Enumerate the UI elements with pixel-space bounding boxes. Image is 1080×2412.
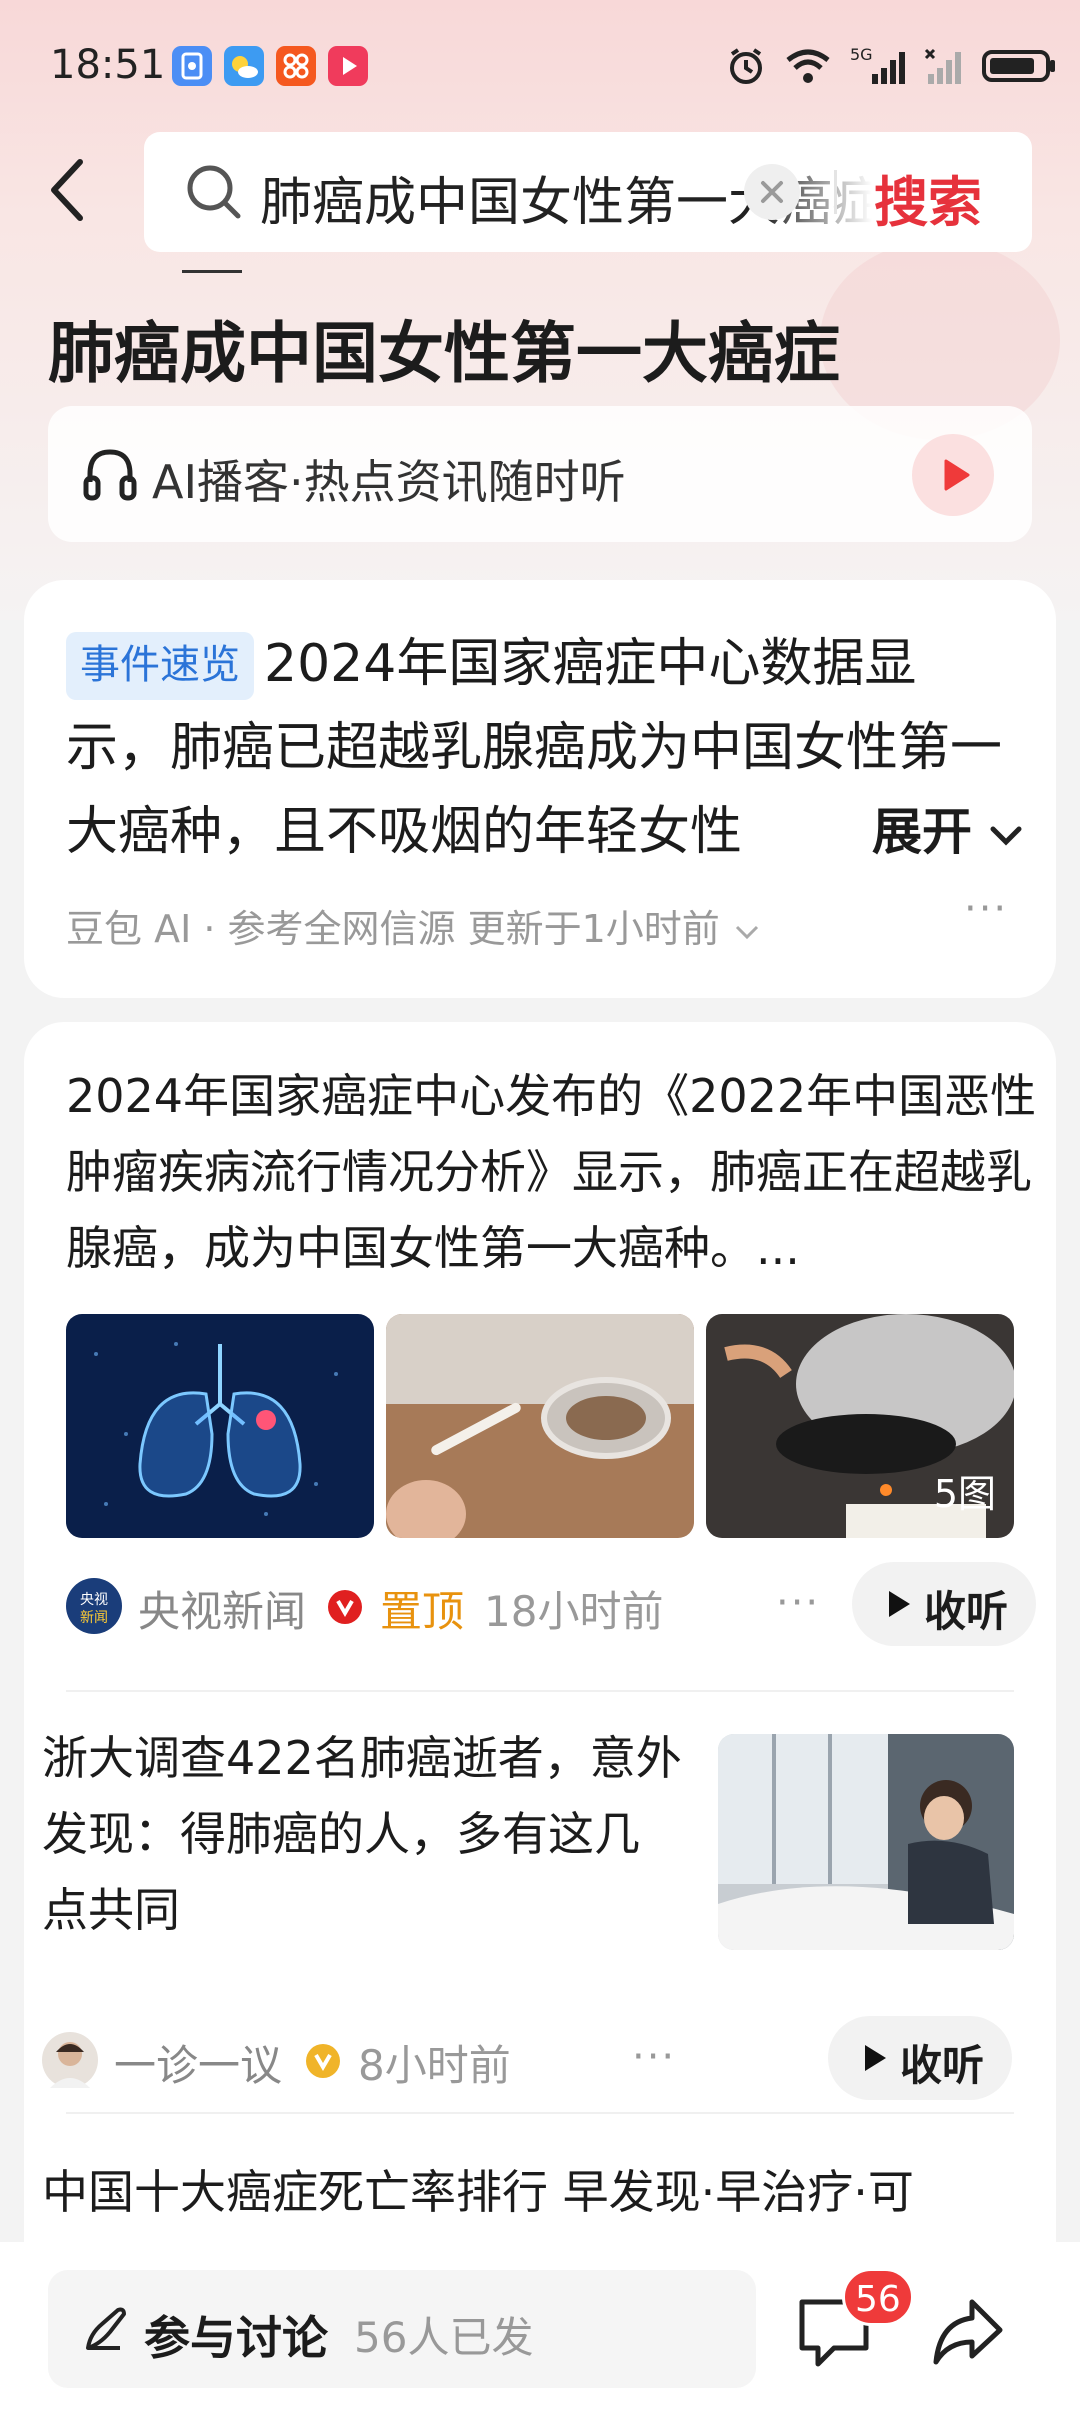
chevron-left-icon [51, 159, 83, 221]
ai-podcast-banner[interactable]: AI播客·热点资讯随时听 [48, 406, 1032, 542]
cellular-5g-icon: 5G [850, 46, 905, 84]
play-icon [865, 2045, 886, 2071]
cooking-image[interactable]: 5图 [706, 1314, 1014, 1538]
publish-time: 8小时前 [358, 2041, 511, 2090]
weather-icon [224, 46, 264, 86]
more-options-icon[interactable]: ··· [776, 1580, 820, 1626]
verified-badge-icon [328, 1590, 362, 1624]
status-bar: 18:51 5G [0, 0, 1080, 130]
app-notification-icon [172, 46, 212, 86]
discuss-input[interactable]: 参与讨论 56人已发 [48, 2270, 756, 2388]
summary-meta[interactable]: 豆包 AI · 参考全网信源 更新于1小时前 [66, 898, 762, 953]
author-avatar[interactable] [42, 2032, 98, 2088]
search-divider [834, 170, 837, 214]
clear-search-button[interactable] [744, 164, 800, 220]
comment-count-badge: 56 [842, 2268, 914, 2326]
event-tag: 事件速览 [66, 632, 254, 700]
article-summary[interactable]: 2024年国家癌症中心发布的《2022年中国恶性肿瘤疾病流行情况分析》显示，肺癌… [66, 1058, 1046, 1286]
battery-icon [982, 50, 1055, 82]
share-icon [933, 2299, 1003, 2365]
lung-image[interactable] [66, 1314, 374, 1538]
pen-icon [86, 2307, 126, 2350]
verified-badge-icon [306, 2044, 340, 2078]
listen-button[interactable]: 收听 [828, 2016, 1012, 2100]
svg-text:新闻: 新闻 [80, 1610, 108, 1626]
more-options-icon[interactable]: ··· [632, 2034, 676, 2080]
wifi-icon [786, 49, 830, 83]
publish-time: 18小时前 [484, 1587, 664, 1636]
article-title[interactable]: 中国十大癌症死亡率排行 早发现·早治疗·可 [42, 2154, 1032, 2230]
source-name[interactable]: 央视新闻 [138, 1578, 306, 1639]
play-icon [889, 1591, 910, 1617]
expand-label: 展开 [872, 803, 972, 861]
listen-label: 收听 [900, 2041, 985, 2090]
svg-text:央视: 央视 [80, 1592, 108, 1608]
pinned-label: 置顶 [380, 1587, 465, 1636]
image-count: 5图 [933, 1472, 996, 1516]
article-images[interactable]: 5图 [66, 1314, 1014, 1538]
chevron-down-small-icon [735, 925, 758, 939]
chevron-down-icon [990, 826, 1022, 846]
discuss-count: 56人已发 [354, 2313, 534, 2362]
page-title: 肺癌成中国女性第一大癌症 [48, 315, 840, 392]
listen-button[interactable]: 收听 [852, 1562, 1036, 1646]
podcast-label: AI播客·热点资讯随时听 [152, 455, 626, 509]
alarm-icon [730, 48, 762, 84]
cctv-news-logo[interactable]: 央视 新闻 [66, 1578, 122, 1634]
back-button[interactable] [40, 150, 100, 230]
search-box[interactable]: 肺癌成中国女性第一大癌症 搜索 [144, 132, 1032, 252]
headphones-icon [83, 449, 137, 501]
cigarette-image[interactable] [386, 1314, 694, 1538]
summary-source: 豆包 AI · 参考全网信源 更新于1小时前 [66, 907, 720, 951]
listen-label: 收听 [924, 1587, 1009, 1636]
cellular-no-service-icon [924, 48, 961, 84]
divider [66, 2112, 1014, 2114]
more-options-icon[interactable]: ··· [964, 886, 1008, 932]
podcast-play-button[interactable] [912, 434, 994, 516]
play-icon [944, 459, 970, 491]
event-summary-card[interactable]: 2024年国家癌症中心数据显示，肺癌已超越乳腺癌成为中国女性第一大癌种，且不吸烟… [24, 580, 1056, 998]
status-time: 18:51 [50, 42, 166, 88]
article-meta: 央视 新闻 央视新闻 置顶 18小时前 ··· 收听 [66, 1562, 1036, 1646]
discuss-label: 参与讨论 [144, 2311, 328, 2365]
share-button[interactable] [928, 2292, 1008, 2372]
close-icon [761, 181, 783, 203]
article-thumbnail[interactable] [718, 1734, 1014, 1950]
app-grid-icon [276, 46, 316, 86]
search-button[interactable]: 搜索 [874, 158, 982, 237]
divider [66, 1690, 1014, 1692]
svg-text:5G: 5G [850, 46, 873, 64]
article-title[interactable]: 浙大调查422名肺癌逝者，意外发现：得肺癌的人，多有这几点共同 [42, 1720, 682, 1948]
bottom-bar: 参与讨论 56人已发 56 [0, 2242, 1080, 2412]
source-name[interactable]: 一诊一议 [114, 2032, 282, 2093]
video-app-icon [328, 46, 368, 86]
search-icon [187, 165, 241, 219]
expand-button[interactable]: 展开 [854, 792, 1044, 872]
status-indicators: 5G [726, 44, 1058, 88]
header-dash [182, 270, 242, 273]
article-meta: 一诊一议 8小时前 ··· 收听 [42, 2016, 1012, 2100]
